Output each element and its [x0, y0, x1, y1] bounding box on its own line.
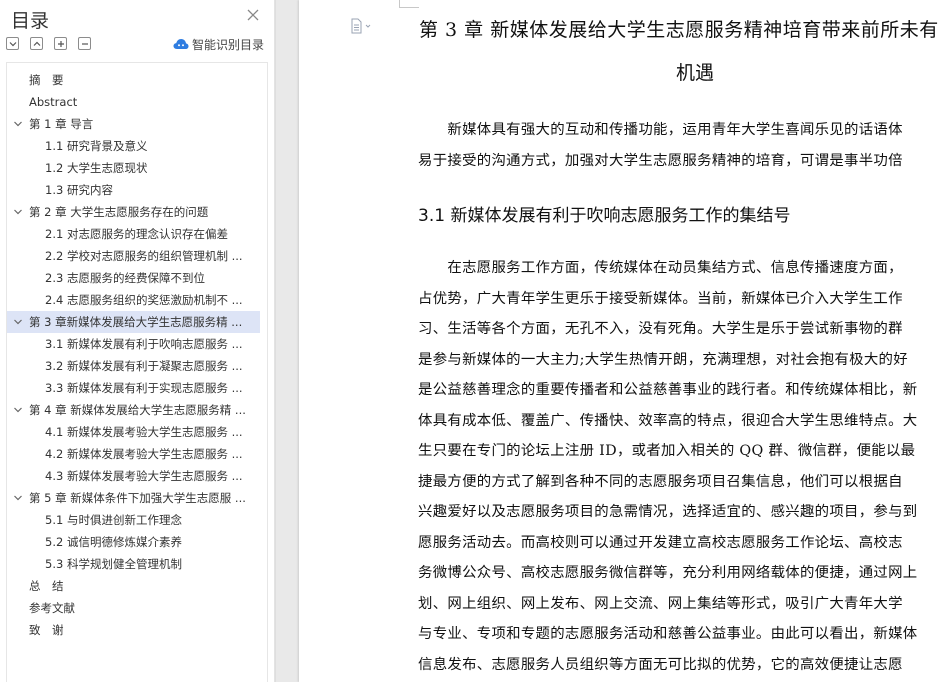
- toc-item-label: 第 3 章新媒体发展给大学生志愿服务精 ...: [29, 315, 243, 329]
- toc-item[interactable]: 5.1 与时俱进创新工作理念: [7, 509, 260, 531]
- chevron-down-icon[interactable]: [13, 493, 23, 503]
- toc-item[interactable]: 第 3 章新媒体发展给大学生志愿服务精 ...: [7, 311, 260, 333]
- toc-item[interactable]: 第 4 章 新媒体发展给大学生志愿服务精 ...: [7, 399, 260, 421]
- toc-item-label: 1.3 研究内容: [45, 183, 113, 197]
- toc-item[interactable]: 5.3 科学规划健全管理机制: [7, 553, 260, 575]
- toc-item-label: 3.2 新媒体发展有利于凝聚志愿服务 ...: [45, 359, 243, 373]
- toc-item[interactable]: 1.2 大学生志愿现状: [7, 157, 260, 179]
- toc-item[interactable]: 1.1 研究背景及意义: [7, 135, 260, 157]
- text-line: 体具有成本低、覆盖广、传播快、效率高的特点，很迎合大学生思维特点。大: [418, 412, 918, 429]
- toc-item[interactable]: 2.1 对志愿服务的理念认识存在偏差: [7, 223, 260, 245]
- toc-item[interactable]: 第 2 章 大学生志愿服务存在的问题: [7, 201, 260, 223]
- smart-toc-label: 智能识别目录: [192, 37, 265, 52]
- text-line: 新媒体具有强大的互动和传播功能，运用青年大学生喜闻乐见的话语体: [418, 122, 903, 138]
- toc-item[interactable]: 3.2 新媒体发展有利于凝聚志愿服务 ...: [7, 355, 260, 377]
- toc-item-label: Abstract: [29, 95, 78, 109]
- toc-item[interactable]: 3.1 新媒体发展有利于吹响志愿服务 ...: [7, 333, 260, 355]
- toc-item-label: 2.2 学校对志愿服务的组织管理机制 ...: [45, 249, 243, 263]
- cloud-icon: [173, 39, 189, 49]
- text-line: 信息发布、志愿服务人员组织等方面无可比拟的优势，它的高效便捷让志愿: [418, 656, 903, 673]
- toc-item-label: 1.2 大学生志愿现状: [45, 161, 148, 175]
- document-page: 第 3 章 新媒体发展给大学生志愿服务精神培育带来前所未有 机遇 新媒体具有强大…: [299, 0, 942, 682]
- text-line: 与专业、专项和专题的志愿服务活动和慈善公益事业。由此可以看出，新媒体: [418, 626, 918, 642]
- page-corner-marker: [399, 0, 419, 8]
- text-line: 划、网上组织、网上发布、网上交流、网上集结等形式，吸引广大青年大学: [418, 595, 903, 612]
- toc-item[interactable]: 4.3 新媒体发展考验大学生志愿服务 ...: [7, 465, 260, 487]
- chevron-down-icon[interactable]: [13, 207, 23, 217]
- toc-item[interactable]: 致 谢: [7, 619, 260, 641]
- toc-item-label: 第 1 章 导言: [29, 117, 94, 131]
- pane-splitter[interactable]: [275, 0, 299, 682]
- toc-item-label: 摘 要: [29, 73, 64, 87]
- toc-item-label: 致 谢: [29, 623, 64, 637]
- chevron-down-icon[interactable]: [13, 405, 23, 415]
- toc-item-label: 第 5 章 新媒体条件下加强大学生志愿服 ...: [29, 491, 246, 505]
- toc-item-label: 总 结: [29, 579, 64, 593]
- toc-item-label: 参考文献: [29, 601, 75, 615]
- document-menu-icon[interactable]: [350, 18, 372, 34]
- collapse-all-icon[interactable]: [30, 37, 43, 50]
- text-line: 占优势，广大青年学生更乐于接受新媒体。当前，新媒体已介入大学生工作: [418, 290, 903, 307]
- toc-pane: 目录 智能识别目录 摘 要 Abstract 第 1 章 导言 1.1 研究背景及意义…: [0, 0, 275, 682]
- chevron-down-icon[interactable]: [13, 317, 23, 327]
- text-line: 是参与新媒体的一大主力;大学生热情开朗，充满理想，对社会抱有极大的好: [418, 351, 908, 368]
- toc-item-label: 1.1 研究背景及意义: [45, 139, 148, 153]
- toc-item[interactable]: 2.4 志愿服务组织的奖惩激励机制不 ...: [7, 289, 260, 311]
- toc-item[interactable]: 2.3 志愿服务的经费保障不到位: [7, 267, 260, 289]
- toc-item-label: 2.1 对志愿服务的理念认识存在偏差: [45, 227, 228, 241]
- toc-item-label: 5.1 与时俱进创新工作理念: [45, 513, 182, 527]
- toc-item-label: 第 4 章 新媒体发展给大学生志愿服务精 ...: [29, 403, 246, 417]
- toc-item-label: 5.2 诚信明德修炼媒介素养: [45, 535, 182, 549]
- section-heading: 3.1 新媒体发展有利于吹响志愿服务工作的集结号: [418, 206, 791, 226]
- smart-toc-button[interactable]: 智能识别目录: [173, 35, 264, 53]
- toc-item-label: 4.3 新媒体发展考验大学生志愿服务 ...: [45, 469, 243, 483]
- toc-item-label: 5.3 科学规划健全管理机制: [45, 557, 182, 571]
- toc-list: 摘 要 Abstract 第 1 章 导言 1.1 研究背景及意义 1.2 大学生志愿现…: [6, 62, 268, 682]
- toc-item[interactable]: 第 1 章 导言: [7, 113, 260, 135]
- toc-item[interactable]: 1.3 研究内容: [7, 179, 260, 201]
- text-line: 务微博公众号、高校志愿服务微信群等，充分利用网络载体的便捷，通过网上: [418, 565, 918, 581]
- text-line: 生只要在专门的论坛上注册 ID，或者加入相关的 QQ 群、微信群，便能以最: [418, 443, 916, 459]
- chapter-title-continued: 机遇: [676, 62, 715, 84]
- toc-item[interactable]: 总 结: [7, 575, 260, 597]
- toc-item[interactable]: 4.1 新媒体发展考验大学生志愿服务 ...: [7, 421, 260, 443]
- text-line: 易于接受的沟通方式，加强对大学生志愿服务精神的培育，可谓是事半功倍: [418, 152, 903, 169]
- chapter-title: 第 3 章 新媒体发展给大学生志愿服务精神培育带来前所未有: [419, 19, 939, 41]
- text-line: 在志愿服务工作方面，传统媒体在动员集结方式、信息传播速度方面，: [418, 260, 903, 276]
- toc-item[interactable]: 2.2 学校对志愿服务的组织管理机制 ...: [7, 245, 260, 267]
- text-line: 习、生活等各个方面，无孔不入，没有死角。大学生是乐于尝试新事物的群: [418, 321, 903, 337]
- toc-item-label: 第 2 章 大学生志愿服务存在的问题: [29, 205, 209, 219]
- chevron-down-icon[interactable]: [13, 119, 23, 129]
- close-icon[interactable]: [245, 7, 261, 23]
- toc-item-label: 2.3 志愿服务的经费保障不到位: [45, 271, 205, 285]
- text-line: 兴趣爱好以及志愿服务项目的急需情况，选择适宜的、感兴趣的项目，参与到: [418, 504, 918, 520]
- plus-icon[interactable]: [54, 37, 67, 50]
- minus-icon[interactable]: [78, 37, 91, 50]
- toc-item[interactable]: 摘 要: [7, 69, 260, 91]
- text-line: 捷最方便的方式了解到各种不同的志愿服务项目召集信息，他们可以根据自: [418, 473, 903, 490]
- toc-item[interactable]: 5.2 诚信明德修炼媒介素养: [7, 531, 260, 553]
- toc-item-label: 3.1 新媒体发展有利于吹响志愿服务 ...: [45, 337, 243, 351]
- toc-item[interactable]: 3.3 新媒体发展有利于实现志愿服务 ...: [7, 377, 260, 399]
- text-line: 是公益慈善理念的重要传播者和公益慈善事业的践行者。和传统媒体相比，新: [418, 382, 918, 398]
- toc-item[interactable]: Abstract: [7, 91, 260, 113]
- toc-title: 目录: [11, 10, 50, 32]
- toc-item-label: 2.4 志愿服务组织的奖惩激励机制不 ...: [45, 293, 243, 307]
- toc-item-label: 3.3 新媒体发展有利于实现志愿服务 ...: [45, 381, 243, 395]
- toc-item[interactable]: 第 5 章 新媒体条件下加强大学生志愿服 ...: [7, 487, 260, 509]
- toc-item-label: 4.2 新媒体发展考验大学生志愿服务 ...: [45, 447, 243, 461]
- toc-item[interactable]: 参考文献: [7, 597, 260, 619]
- text-line: 愿服务活动去。而高校则可以通过开发建立高校志愿服务工作论坛、高校志: [418, 534, 903, 551]
- expand-all-icon[interactable]: [6, 37, 19, 50]
- toc-item-label: 4.1 新媒体发展考验大学生志愿服务 ...: [45, 425, 243, 439]
- toc-item[interactable]: 4.2 新媒体发展考验大学生志愿服务 ...: [7, 443, 260, 465]
